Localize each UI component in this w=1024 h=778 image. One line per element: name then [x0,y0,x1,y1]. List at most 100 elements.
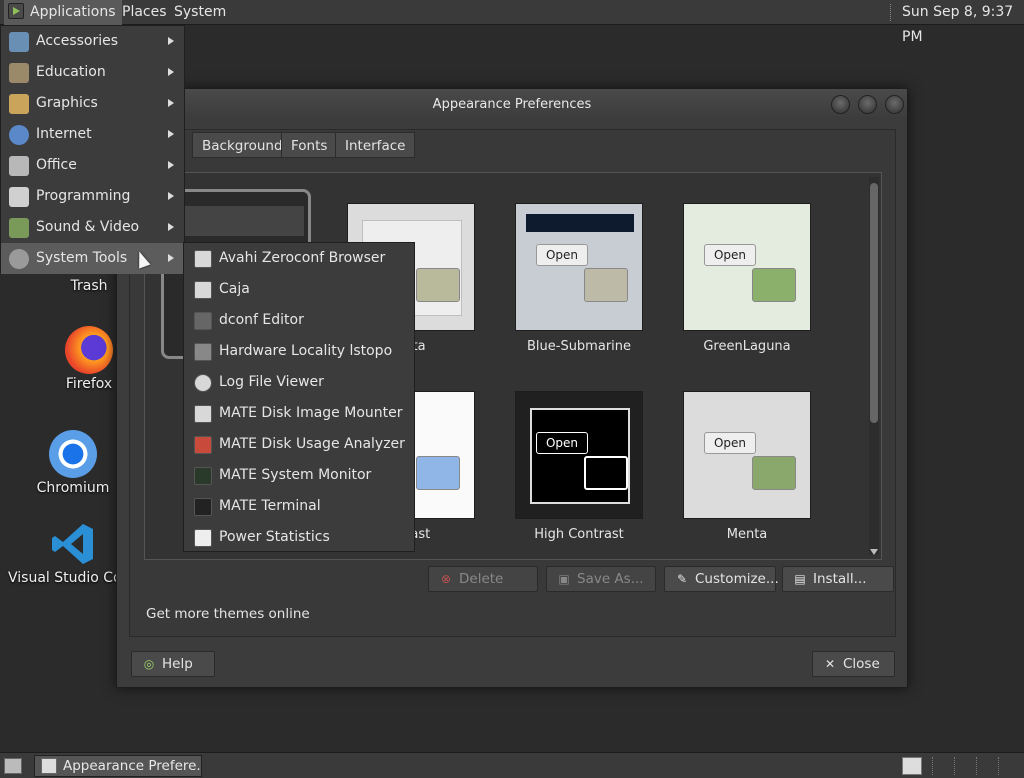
submenu-item-disk-usage-analyzer[interactable]: MATE Disk Usage Analyzer [184,429,414,460]
internet-icon [9,125,29,145]
menu-item-label: System Tools [36,250,128,266]
menu-item-education[interactable]: Education [1,57,184,88]
close-icon: ✕ [824,657,836,671]
theme-greenlaguna[interactable]: Open GreenLaguna [677,203,817,354]
submenu-item-avahi[interactable]: Avahi Zeroconf Browser [184,243,414,274]
graphics-icon [9,94,29,114]
help-button[interactable]: ◎ Help [131,651,215,677]
submenu-arrow-icon [168,99,174,107]
submenu-item-label: MATE System Monitor [219,467,372,483]
scrollbar-thumb[interactable] [870,183,878,423]
log-viewer-icon [194,374,212,392]
thumb-open-button: Open [704,432,756,454]
tab-background[interactable]: Background [192,132,293,158]
theme-blue-submarine[interactable]: Open Blue-Submarine [509,203,649,354]
avahi-icon [194,250,212,268]
tray-app-icon[interactable] [902,757,922,775]
menu-item-label: Education [36,64,106,80]
vscode-icon [52,524,93,564]
window-titlebar[interactable]: Appearance Preferences [117,89,907,121]
chromium-icon [49,430,97,478]
applications-menu: Accessories Education Graphics Internet … [0,25,185,274]
help-icon: ◎ [143,657,155,671]
submenu-arrow-icon [168,223,174,231]
delete-button[interactable]: ⊗ Delete [428,566,538,592]
places-menu-button[interactable]: Places [116,0,173,25]
help-label: Help [162,656,193,672]
applications-menu-button[interactable]: Applications [4,0,122,25]
menu-item-label: Internet [36,126,92,142]
menu-item-office[interactable]: Office [1,150,184,181]
system-menu-button[interactable]: System [168,0,232,25]
firefox-icon [65,326,113,374]
scroll-down-arrow-icon[interactable] [870,549,878,555]
install-icon: ▤ [794,572,806,586]
theme-list-scrollbar[interactable] [869,177,879,555]
theme-thumbnail: Open [515,391,643,519]
maximize-button[interactable] [858,95,877,114]
window-close-button[interactable] [885,95,904,114]
power-statistics-icon [194,529,212,547]
taskbar-button-appearance[interactable]: Appearance Prefere... [34,755,202,777]
workspace-1[interactable] [932,757,952,775]
menu-item-sound-video[interactable]: Sound & Video [1,212,184,243]
submenu-item-mate-terminal[interactable]: MATE Terminal [184,491,414,522]
sound-video-icon [9,218,29,238]
submenu-item-caja[interactable]: Caja [184,274,414,305]
menu-item-system-tools[interactable]: System Tools [1,243,184,274]
install-button[interactable]: ▤ Install... [782,566,894,592]
theme-menta[interactable]: Open Menta [677,391,817,542]
theme-label: High Contrast [534,527,624,542]
menu-item-accessories[interactable]: Accessories [1,26,184,57]
submenu-arrow-icon [168,37,174,45]
theme-label: Menta [726,527,768,542]
submenu-item-label: dconf Editor [219,312,304,328]
show-desktop-icon[interactable] [4,758,22,774]
menu-item-internet[interactable]: Internet [1,119,184,150]
submenu-item-system-monitor[interactable]: MATE System Monitor [184,460,414,491]
submenu-item-disk-image-mounter[interactable]: MATE Disk Image Mounter [184,398,414,429]
minimize-button[interactable] [831,95,850,114]
close-label: Close [843,656,880,672]
close-button[interactable]: ✕ Close [812,651,895,677]
submenu-item-dconf-editor[interactable]: dconf Editor [184,305,414,336]
submenu-item-hwloc-lstopo[interactable]: Hardware Locality lstopo [184,336,414,367]
folder-icon [584,456,628,490]
tab-interface[interactable]: Interface [335,132,416,158]
submenu-arrow-icon [168,254,174,262]
customize-icon: ✎ [676,572,688,586]
thumb-open-button: Open [536,432,588,454]
theme-label: Blue-Submarine [526,339,632,354]
workspace-4[interactable] [998,757,1018,775]
customize-button[interactable]: ✎ Customize... [664,566,779,592]
clock[interactable]: Sun Sep 8, 9:37 PM [896,0,1024,45]
menu-item-graphics[interactable]: Graphics [1,88,184,119]
education-icon [9,63,29,83]
workspace-3[interactable] [976,757,996,775]
submenu-item-label: Hardware Locality lstopo [219,343,393,359]
bottom-panel: Appearance Prefere... [0,752,1024,778]
delete-label: Delete [459,571,504,587]
applications-label: Applications [30,4,116,20]
submenu-item-power-statistics[interactable]: Power Statistics [184,522,414,553]
save-as-button[interactable]: ▣ Save As... [546,566,656,592]
disk-mounter-icon [194,405,212,423]
window-title: Appearance Preferences [432,97,592,112]
submenu-item-label: Power Statistics [219,529,330,545]
thumb-open-button: Open [704,244,756,266]
theme-high-contrast[interactable]: Open High Contrast [509,391,649,542]
submenu-item-label: MATE Disk Image Mounter [219,405,403,421]
menu-item-programming[interactable]: Programming [1,181,184,212]
disk-usage-icon [194,436,212,454]
theme-thumbnail: Open [683,391,811,519]
folder-icon [416,456,460,490]
submenu-arrow-icon [168,192,174,200]
system-tools-submenu: Avahi Zeroconf Browser Caja dconf Editor… [183,242,415,552]
workspace-2[interactable] [954,757,974,775]
workspace-switcher[interactable] [932,757,1020,775]
tab-fonts[interactable]: Fonts [281,132,338,158]
programming-icon [9,187,29,207]
submenu-item-log-file-viewer[interactable]: Log File Viewer [184,367,414,398]
get-more-themes-link[interactable]: Get more themes online [146,606,310,622]
menu-item-label: Sound & Video [36,219,140,235]
